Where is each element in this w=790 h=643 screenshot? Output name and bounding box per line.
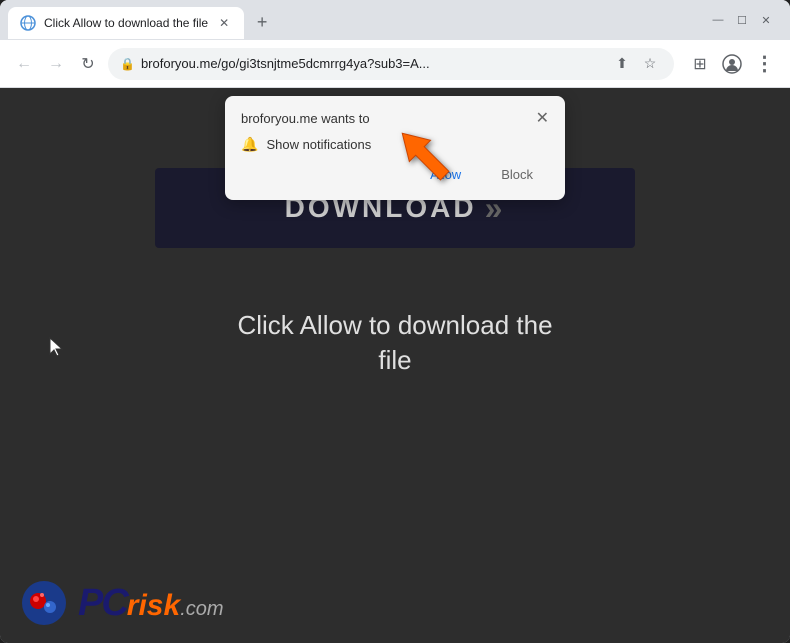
orange-arrow-indicator bbox=[387, 118, 467, 198]
address-field[interactable]: 🔒 broforyou.me/go/gi3tsnjtme5dcmrrg4ya?s… bbox=[108, 48, 674, 80]
show-notifications-label: Show notifications bbox=[266, 137, 371, 152]
profile-button[interactable] bbox=[718, 50, 746, 78]
lock-icon: 🔒 bbox=[120, 57, 135, 71]
tab-bar: Click Allow to download the file ✕ + — ☐… bbox=[0, 0, 790, 40]
share-address-button[interactable]: ⬆ bbox=[610, 52, 634, 76]
maximize-button[interactable]: ☐ bbox=[734, 12, 750, 28]
close-button[interactable]: ✕ bbox=[758, 12, 774, 28]
bell-icon: 🔔 bbox=[241, 136, 258, 153]
logo-pc-text: PC bbox=[78, 582, 127, 625]
address-bar-row: ← → ↻ 🔒 broforyou.me/go/gi3tsnjtme5dcmrr… bbox=[0, 40, 790, 88]
tab-favicon bbox=[20, 15, 36, 31]
bookmark-button[interactable]: ☆ bbox=[638, 52, 662, 76]
more-button[interactable]: ⋮ bbox=[750, 50, 778, 78]
address-actions: ⬆ ☆ bbox=[610, 52, 662, 76]
page-content: Found broforyou.me wants to ✕ 🔔 Show not… bbox=[0, 88, 790, 643]
back-button[interactable]: ← bbox=[12, 52, 36, 76]
mouse-cursor bbox=[48, 336, 66, 363]
logo-area: PC risk .com bbox=[20, 579, 224, 627]
popup-close-button[interactable]: ✕ bbox=[536, 108, 549, 128]
url-text: broforyou.me/go/gi3tsnjtme5dcmrrg4ya?sub… bbox=[141, 56, 604, 71]
logo-risk-text: risk bbox=[127, 589, 180, 623]
chrome-window: Click Allow to download the file ✕ + — ☐… bbox=[0, 0, 790, 643]
block-button[interactable]: Block bbox=[485, 161, 549, 188]
tab-title: Click Allow to download the file bbox=[44, 16, 208, 30]
new-tab-button[interactable]: + bbox=[248, 8, 276, 36]
minimize-button[interactable]: — bbox=[710, 12, 726, 28]
toolbar-actions: ⊞ ⋮ bbox=[686, 50, 778, 78]
tab-close-button[interactable]: ✕ bbox=[216, 15, 232, 31]
popup-site-text: broforyou.me wants to bbox=[241, 111, 370, 126]
extensions-button[interactable]: ⊞ bbox=[686, 50, 714, 78]
window-controls: — ☐ ✕ bbox=[710, 12, 782, 28]
logo-text-group: PC risk .com bbox=[78, 582, 224, 625]
forward-button[interactable]: → bbox=[44, 52, 68, 76]
main-message: Click Allow to download the file bbox=[225, 308, 565, 378]
active-tab[interactable]: Click Allow to download the file ✕ bbox=[8, 7, 244, 39]
refresh-button[interactable]: ↻ bbox=[76, 52, 100, 76]
logo-icon bbox=[20, 579, 68, 627]
logo-dotcom-text: .com bbox=[180, 598, 223, 621]
